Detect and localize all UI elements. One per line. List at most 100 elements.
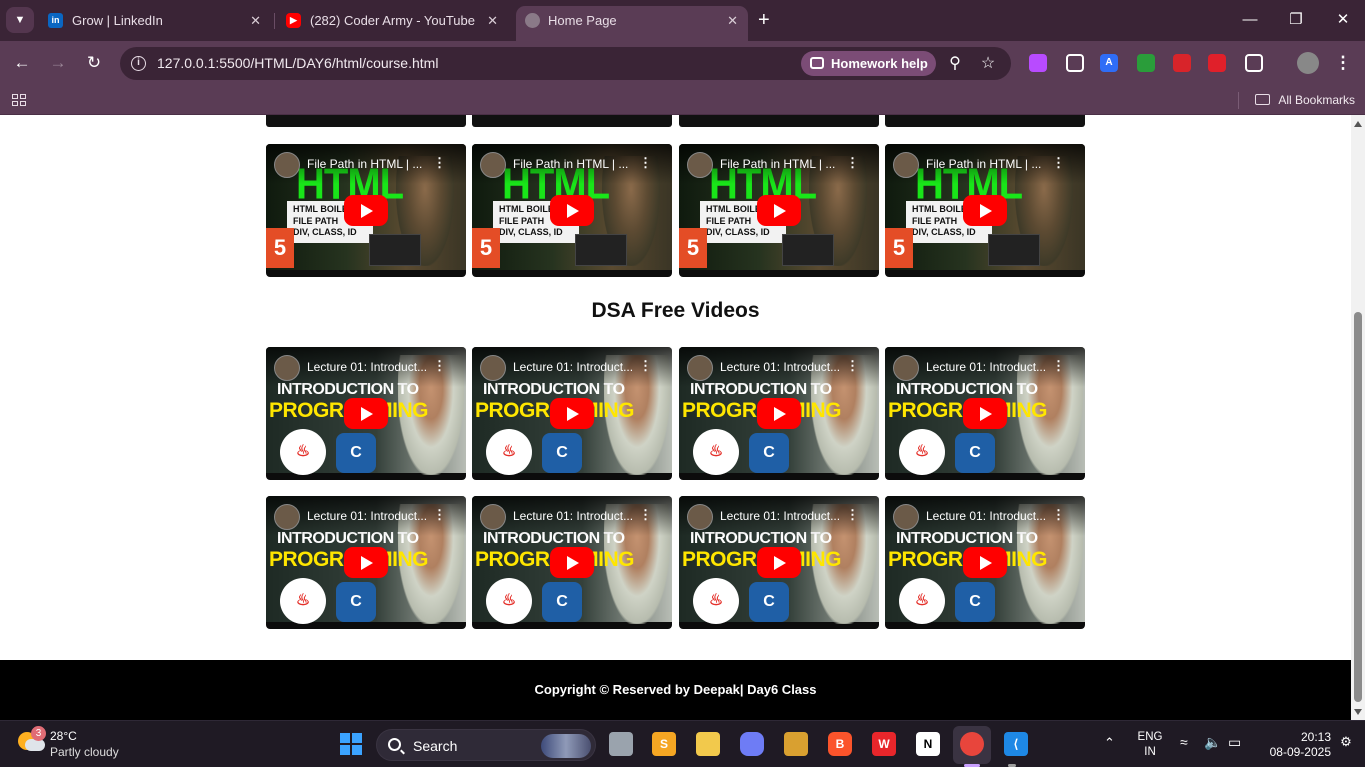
notes-app-icon[interactable]	[784, 732, 808, 756]
new-tab-button[interactable]: +	[758, 8, 770, 32]
chevron-up-icon[interactable]: ⌃	[1104, 735, 1115, 751]
video-title[interactable]: Lecture 01: Introduct...	[720, 360, 848, 374]
sublime-text-icon[interactable]: S	[652, 732, 676, 756]
volume-icon[interactable]: 🔈	[1204, 734, 1221, 751]
play-button[interactable]	[963, 398, 1007, 429]
notification-bell-icon[interactable]: ⚙	[1338, 734, 1354, 750]
video-embed[interactable]	[885, 115, 1085, 127]
windows-start-icon[interactable]	[340, 733, 363, 756]
brave-browser-icon[interactable]: B	[828, 732, 852, 756]
video-title[interactable]: File Path in HTML | ...	[720, 157, 848, 171]
more-options-icon[interactable]: ⋮	[639, 358, 652, 374]
play-button[interactable]	[344, 547, 388, 578]
more-options-icon[interactable]: ⋮	[639, 507, 652, 523]
scroll-thumb[interactable]	[1354, 312, 1362, 702]
video-title[interactable]: Lecture 01: Introduct...	[307, 360, 435, 374]
minimize-button[interactable]: —	[1227, 8, 1273, 32]
dsa-video-embed[interactable]: INTRODUCTION TO PROGRAMMING ♨ C Lecture …	[885, 496, 1085, 629]
more-options-icon[interactable]: ⋮	[1052, 358, 1065, 374]
more-options-icon[interactable]: ⋮	[433, 155, 446, 171]
video-title[interactable]: File Path in HTML | ...	[513, 157, 641, 171]
dsa-video-embed[interactable]: INTRODUCTION TO PROGRAMMING ♨ C Lecture …	[472, 347, 672, 480]
play-button[interactable]	[550, 195, 594, 226]
extension-icon[interactable]	[1173, 54, 1191, 72]
zoom-icon[interactable]: ⚲	[943, 47, 967, 80]
channel-avatar[interactable]	[893, 504, 919, 530]
channel-avatar[interactable]	[274, 152, 300, 178]
play-button[interactable]	[963, 195, 1007, 226]
channel-avatar[interactable]	[480, 152, 506, 178]
forward-button[interactable]: →	[46, 51, 70, 75]
channel-avatar[interactable]	[274, 355, 300, 381]
video-title[interactable]: Lecture 01: Introduct...	[513, 360, 641, 374]
play-button[interactable]	[963, 547, 1007, 578]
video-title[interactable]: Lecture 01: Introduct...	[513, 509, 641, 523]
video-embed[interactable]	[266, 115, 466, 127]
translate-extension-icon[interactable]: A	[1100, 54, 1118, 72]
battery-icon[interactable]: ▭	[1228, 734, 1241, 751]
video-embed[interactable]	[679, 115, 879, 127]
temperature[interactable]: 28°C	[50, 729, 77, 743]
dsa-video-embed[interactable]: INTRODUCTION TO PROGRAMMING ♨ C Lecture …	[266, 347, 466, 480]
homework-help-button[interactable]: Homework help	[801, 51, 936, 76]
notion-icon[interactable]: N	[916, 732, 940, 756]
extension-icon[interactable]	[1208, 54, 1226, 72]
extensions-puzzle-icon[interactable]	[1245, 54, 1263, 72]
video-title[interactable]: File Path in HTML | ...	[307, 157, 435, 171]
back-button[interactable]: ←	[10, 51, 34, 75]
bookmark-star-icon[interactable]: ☆	[976, 47, 1000, 80]
close-icon[interactable]: ✕	[727, 6, 738, 35]
url-text[interactable]: 127.0.0.1:5500/HTML/DAY6/html/course.htm…	[157, 47, 438, 80]
video-title[interactable]: Lecture 01: Introduct...	[307, 509, 435, 523]
reload-button[interactable]: ↻	[82, 51, 106, 75]
address-bar[interactable]: i 127.0.0.1:5500/HTML/DAY6/html/course.h…	[120, 47, 1011, 80]
channel-avatar[interactable]	[893, 355, 919, 381]
html-video-embed[interactable]: HTML HTML BOILE FILE PATH DIV, CLASS, ID…	[266, 144, 466, 277]
video-title[interactable]: File Path in HTML | ...	[926, 157, 1054, 171]
more-options-icon[interactable]: ⋮	[846, 358, 859, 374]
channel-avatar[interactable]	[480, 355, 506, 381]
tab-home-page[interactable]: Home Page ✕	[516, 6, 748, 41]
restore-button[interactable]: ❐	[1273, 8, 1319, 32]
extension-icon[interactable]	[1029, 54, 1047, 72]
file-explorer-icon[interactable]	[696, 732, 720, 756]
channel-avatar[interactable]	[274, 504, 300, 530]
extension-icon[interactable]	[1137, 54, 1155, 72]
more-options-icon[interactable]: ⋮	[433, 507, 446, 523]
more-options-icon[interactable]: ⋮	[846, 507, 859, 523]
more-options-icon[interactable]: ⋮	[1052, 507, 1065, 523]
language-indicator[interactable]: ENG IN	[1137, 730, 1163, 760]
tab-search-dropdown[interactable]: ▼	[6, 7, 34, 33]
scroll-up-arrow[interactable]	[1354, 121, 1362, 127]
channel-avatar[interactable]	[893, 152, 919, 178]
weather-description[interactable]: Partly cloudy	[50, 745, 119, 759]
wps-office-icon[interactable]: W	[872, 732, 896, 756]
profile-avatar[interactable]	[1297, 52, 1319, 74]
taskbar-search[interactable]: Search	[376, 729, 596, 761]
copilot-icon[interactable]	[740, 732, 764, 756]
video-title[interactable]: Lecture 01: Introduct...	[720, 509, 848, 523]
play-button[interactable]	[757, 547, 801, 578]
close-icon[interactable]: ✕	[487, 6, 498, 35]
wifi-icon[interactable]: ≈	[1180, 734, 1188, 750]
play-button[interactable]	[550, 547, 594, 578]
more-options-icon[interactable]: ⋮	[1052, 155, 1065, 171]
system-clock[interactable]: 20:13 08-09-2025	[1255, 730, 1331, 760]
close-icon[interactable]: ✕	[250, 6, 261, 35]
channel-avatar[interactable]	[687, 504, 713, 530]
tab-linkedin[interactable]: in Grow | LinkedIn ✕	[48, 6, 263, 35]
dsa-video-embed[interactable]: INTRODUCTION TO PROGRAMMING ♨ C Lecture …	[679, 496, 879, 629]
channel-avatar[interactable]	[480, 504, 506, 530]
menu-kebab-icon[interactable]: ⋮	[1331, 51, 1355, 75]
video-title[interactable]: Lecture 01: Introduct...	[926, 509, 1054, 523]
chrome-icon[interactable]	[960, 732, 984, 756]
all-bookmarks-button[interactable]: All Bookmarks	[1255, 85, 1355, 115]
channel-avatar[interactable]	[687, 355, 713, 381]
dsa-video-embed[interactable]: INTRODUCTION TO PROGRAMMING ♨ C Lecture …	[472, 496, 672, 629]
vscode-icon[interactable]: ⟨	[1004, 732, 1028, 756]
apps-grid-icon[interactable]	[12, 94, 27, 107]
page-scrollbar[interactable]	[1351, 115, 1365, 720]
play-button[interactable]	[344, 195, 388, 226]
more-options-icon[interactable]: ⋮	[433, 358, 446, 374]
site-info-icon[interactable]: i	[131, 56, 146, 71]
